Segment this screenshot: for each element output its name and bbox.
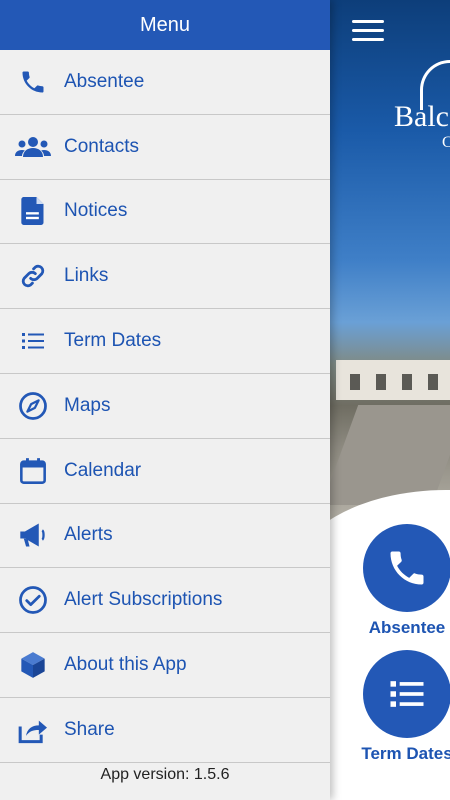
school-logo: Balc <box>394 100 449 133</box>
hero-image: Balc C <box>330 0 450 580</box>
menu-item-label: Calendar <box>64 459 142 481</box>
megaphone-icon <box>0 521 64 549</box>
hamburger-menu-icon[interactable] <box>352 20 384 44</box>
building <box>336 360 450 400</box>
list-icon <box>0 329 64 353</box>
tile-absentee[interactable]: Absentee <box>352 524 450 638</box>
main-content: Balc C Absentee Term Dates <box>330 0 450 800</box>
nav-drawer: Menu Absentee Contacts Notices Links Ter… <box>0 0 330 800</box>
share-icon <box>0 716 64 744</box>
menu-item-label: Notices <box>64 200 128 222</box>
menu-item-alert-subscriptions[interactable]: Alert Subscriptions <box>0 568 330 634</box>
tile-label: Term Dates <box>361 744 450 763</box>
drawer-title: Menu <box>0 0 330 50</box>
list-icon <box>390 681 424 707</box>
menu-item-alerts[interactable]: Alerts <box>0 504 330 569</box>
menu-item-label: Links <box>64 265 109 287</box>
compass-icon <box>0 391 64 421</box>
menu-item-label: Contacts <box>64 135 139 157</box>
menu-item-about[interactable]: About this App <box>0 633 330 698</box>
menu-item-maps[interactable]: Maps <box>0 374 330 439</box>
calendar-icon <box>0 457 64 485</box>
app-version: App version: 1.5.6 <box>100 766 230 783</box>
menu-item-label: Absentee <box>64 70 145 92</box>
tile-circle[interactable] <box>363 650 450 738</box>
cube-icon <box>0 651 64 679</box>
menu-item-label: Term Dates <box>64 330 162 352</box>
menu-item-label: Alerts <box>64 524 113 546</box>
menu-item-absentee[interactable]: Absentee <box>0 50 330 115</box>
menu-item-notices[interactable]: Notices <box>0 180 330 245</box>
check-circle-icon <box>0 585 64 615</box>
menu-item-term-dates[interactable]: Term Dates <box>0 309 330 374</box>
tile-label: Absentee <box>368 618 446 637</box>
menu-item-links[interactable]: Links <box>0 244 330 310</box>
menu-item-contacts[interactable]: Contacts <box>0 115 330 180</box>
menu-item-share[interactable]: Share <box>0 698 330 763</box>
menu-item-label: About this App <box>64 654 187 676</box>
phone-icon <box>0 68 64 96</box>
menu-item-label: Alert Subscriptions <box>64 589 223 611</box>
tile-term-dates[interactable]: Term Dates <box>352 650 450 764</box>
phone-icon <box>390 551 424 585</box>
school-logo-sub: C <box>442 134 450 151</box>
people-icon <box>0 133 64 161</box>
menu-item-calendar[interactable]: Calendar <box>0 439 330 504</box>
menu-item-label: Maps <box>64 394 111 416</box>
tile-circle[interactable] <box>363 524 450 612</box>
document-icon <box>0 197 64 226</box>
link-icon <box>0 262 64 290</box>
menu-item-label: Share <box>64 718 115 740</box>
